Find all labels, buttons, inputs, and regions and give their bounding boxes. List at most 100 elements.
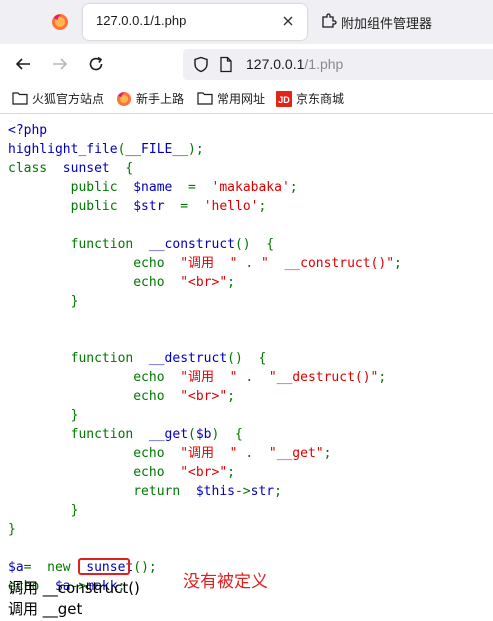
bookmark-label: 常用网址 xyxy=(217,92,266,106)
php-source-code: <?php highlight_file(__FILE__); class suns… xyxy=(8,121,402,596)
code-token: "调用 " xyxy=(180,256,238,271)
code-token: = xyxy=(180,199,204,214)
code-token: { xyxy=(125,161,134,176)
svg-text:JD: JD xyxy=(278,95,290,105)
code-token: 'makabaka' xyxy=(211,180,290,195)
forward-arrow-icon[interactable] xyxy=(51,55,69,73)
code-token: sunset xyxy=(62,161,126,176)
code-token: " __construct()" xyxy=(260,256,395,271)
code-token: = xyxy=(188,180,212,195)
code-line: function __get($b) { xyxy=(8,425,402,444)
code-token: $a xyxy=(8,560,24,575)
code-line: return $this->str; xyxy=(8,482,402,501)
code-line: echo "调用 " . " __construct()"; xyxy=(8,254,402,273)
code-line: highlight_file(__FILE__); xyxy=(8,140,402,159)
code-token: "__destruct()" xyxy=(268,370,379,385)
code-token: echo xyxy=(8,446,181,461)
shield-icon[interactable] xyxy=(193,56,209,73)
code-token: class xyxy=(8,161,63,176)
code-token: ) { xyxy=(211,427,243,442)
code-token: echo xyxy=(8,389,181,404)
back-arrow-icon[interactable] xyxy=(14,55,32,73)
code-token: __destruct xyxy=(148,351,228,366)
code-token: ; xyxy=(378,370,387,385)
bookmarks-toolbar: 火狐官方站点 新手上路 常用网址 JD 京东商城 xyxy=(0,85,493,114)
code-token: () { xyxy=(234,237,275,252)
annotation-text: 没有被定义 xyxy=(183,572,268,592)
code-token: __get xyxy=(148,427,189,442)
code-token: $str xyxy=(133,199,181,214)
close-icon[interactable] xyxy=(279,12,297,30)
code-line: public $name = 'makabaka'; xyxy=(8,178,402,197)
code-token: "__get" xyxy=(268,446,324,461)
code-token: function xyxy=(8,237,149,252)
code-token: "<br>" xyxy=(180,389,228,404)
code-token: ; xyxy=(227,465,235,480)
code-token: "<br>" xyxy=(180,275,228,290)
code-token: $name xyxy=(133,180,189,195)
firefox-icon[interactable] xyxy=(51,13,69,31)
code-token: ; xyxy=(274,484,282,499)
code-token: $b xyxy=(195,427,212,442)
navigation-bar: 127.0.0.1/1.php xyxy=(0,44,493,85)
code-token: = new xyxy=(23,560,87,575)
code-token: -> xyxy=(234,484,251,499)
output-line: 调用 __construct() xyxy=(8,579,140,597)
code-line: } xyxy=(8,520,402,539)
code-token: . xyxy=(237,370,269,385)
bookmark-label: 京东商城 xyxy=(296,92,345,106)
code-token: public xyxy=(8,180,134,195)
code-token: } xyxy=(8,522,16,537)
code-token: } xyxy=(8,503,79,518)
code-line: } xyxy=(8,406,402,425)
code-token: ; xyxy=(227,389,235,404)
code-line: echo "调用 " . "__get"; xyxy=(8,444,402,463)
highlight-box xyxy=(78,558,130,575)
jd-icon: JD xyxy=(276,91,292,107)
tab-strip: 127.0.0.1/1.php 附加组件管理器 xyxy=(0,0,493,44)
code-token: ( xyxy=(188,427,196,442)
code-token: public xyxy=(8,199,134,214)
code-token: str xyxy=(250,484,275,499)
code-token: echo xyxy=(8,256,181,271)
code-line: function __destruct() { xyxy=(8,349,402,368)
code-token: (); xyxy=(133,560,157,575)
code-token: echo xyxy=(8,465,181,480)
code-token: ; xyxy=(227,275,235,290)
bookmark-label: 火狐官方站点 xyxy=(32,92,105,106)
page-icon[interactable] xyxy=(219,56,233,73)
code-line: public $str = 'hello'; xyxy=(8,197,402,216)
code-token: ; xyxy=(323,446,332,461)
code-token: . xyxy=(237,446,269,461)
url-bar[interactable]: 127.0.0.1/1.php xyxy=(183,49,493,80)
code-token: 'hello' xyxy=(203,199,259,214)
code-line: } xyxy=(8,292,402,311)
code-token: function xyxy=(8,427,149,442)
code-token: return xyxy=(8,484,196,499)
code-token: } xyxy=(8,408,79,423)
code-token: () { xyxy=(227,351,267,366)
folder-icon xyxy=(12,92,28,105)
active-tab[interactable]: 127.0.0.1/1.php xyxy=(83,4,307,40)
code-line: echo "<br>"; xyxy=(8,387,402,406)
output-line: 调用 __get xyxy=(8,600,83,618)
url-text[interactable]: 127.0.0.1/1.php xyxy=(246,56,343,72)
url-host: 127.0.0.1 xyxy=(246,56,305,72)
code-token: ; xyxy=(258,199,267,214)
code-token: <?php xyxy=(8,123,48,138)
bookmark-label: 新手上路 xyxy=(136,92,185,106)
code-line: echo "调用 " . "__destruct()"; xyxy=(8,368,402,387)
code-token: highlight_file xyxy=(8,142,118,157)
code-token: "调用 " xyxy=(180,370,238,385)
code-token: ; xyxy=(289,180,298,195)
code-token: ; xyxy=(394,256,402,271)
folder-icon xyxy=(197,92,213,105)
code-line: <?php xyxy=(8,121,402,140)
reload-icon[interactable] xyxy=(87,55,105,73)
code-line: class sunset { xyxy=(8,159,402,178)
puzzle-icon xyxy=(322,13,337,28)
code-token: "调用 " xyxy=(180,446,238,461)
code-line: echo "<br>"; xyxy=(8,273,402,292)
